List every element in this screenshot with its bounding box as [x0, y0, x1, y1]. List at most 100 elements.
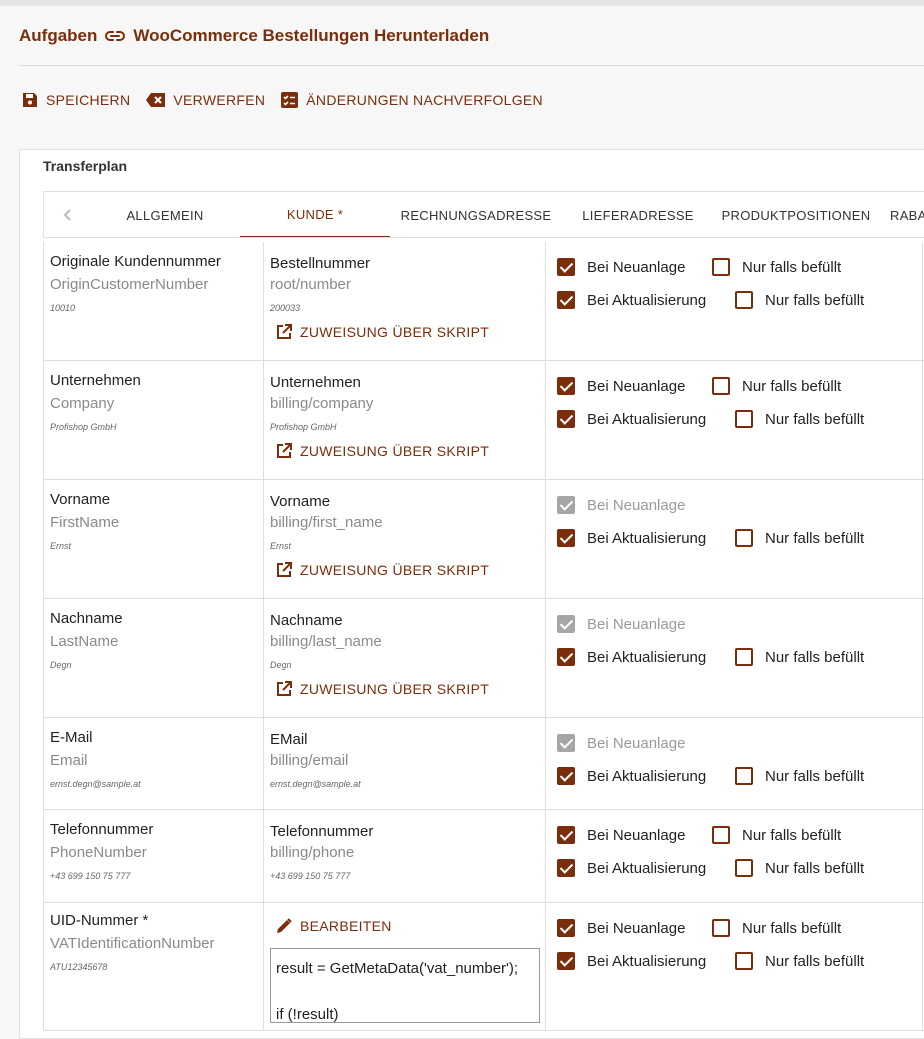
- target-cell: E-Mail Email ernst.degn@sample.at: [43, 718, 264, 809]
- discard-label: VERWERFEN: [173, 92, 266, 108]
- table-row: E-Mail Email ernst.degn@sample.at EMail …: [43, 718, 924, 810]
- save-label: SPEICHERN: [46, 92, 131, 108]
- checkbox-create-only-if-filled[interactable]: [712, 258, 730, 276]
- chevron-left-icon[interactable]: [58, 205, 78, 225]
- checkbox-update-only-if-filled[interactable]: [735, 529, 753, 547]
- options-cell: Bei Neuanlage Nur falls befüllt Bei Aktu…: [546, 361, 923, 479]
- mapping-table: Originale Kundennummer OriginCustomerNum…: [43, 242, 924, 1031]
- checkbox-create-only-if-filled[interactable]: [712, 826, 730, 844]
- on-update-label: Bei Aktualisierung: [587, 649, 707, 666]
- open-in-new-icon: [276, 681, 292, 697]
- target-cell: Originale Kundennummer OriginCustomerNum…: [43, 242, 264, 360]
- target-example: +43 699 150 75 777: [50, 871, 131, 881]
- page-title: WooCommerce Bestellungen Herunterladen: [133, 26, 490, 45]
- checkbox-update-only-if-filled[interactable]: [735, 410, 753, 428]
- table-row: Vorname FirstName Ernst Vorname billing/…: [43, 480, 924, 599]
- save-button[interactable]: SPEICHERN: [22, 92, 130, 108]
- top-strip: [0, 0, 924, 6]
- only-if-filled-label: Nur falls befüllt: [765, 292, 865, 309]
- tab-produktpositionen[interactable]: PRODUKTPOSITIONEN: [718, 192, 874, 237]
- target-label: UID-Nummer *: [50, 912, 149, 929]
- checkbox-on-create[interactable]: [557, 919, 575, 937]
- target-cell: Unternehmen Company Profishop GmbH: [43, 361, 264, 479]
- source-label: EMail: [270, 731, 308, 748]
- header-divider: [19, 65, 924, 66]
- on-create-label: Bei Neuanlage: [587, 378, 686, 395]
- checkbox-on-update[interactable]: [557, 859, 575, 877]
- script-editor[interactable]: result = GetMetaData('vat_number'); if (…: [270, 948, 540, 1023]
- checkbox-on-create[interactable]: [557, 826, 575, 844]
- source-label: Telefonnummer: [270, 823, 374, 840]
- only-if-filled-label: Nur falls befüllt: [742, 827, 842, 844]
- checkbox-on-update[interactable]: [557, 410, 575, 428]
- script-assignment-button[interactable]: ZUWEISUNG ÜBER SKRIPT: [276, 443, 489, 459]
- table-row: UID-Nummer * VATIdentificationNumber ATU…: [43, 903, 924, 1031]
- backspace-icon: [146, 93, 166, 107]
- checkbox-create-only-if-filled[interactable]: [712, 919, 730, 937]
- options-cell: Bei Neuanlage Nur falls befüllt Bei Aktu…: [546, 810, 923, 902]
- checkbox-update-only-if-filled[interactable]: [735, 648, 753, 666]
- checkbox-on-create[interactable]: [557, 377, 575, 395]
- source-label: Unternehmen: [270, 374, 361, 391]
- link-icon: [105, 30, 126, 42]
- edit-button[interactable]: BEARBEITEN: [276, 918, 392, 934]
- options-cell: Bei Neuanlage Nur falls befüllt Bei Aktu…: [546, 903, 923, 1030]
- discard-button[interactable]: VERWERFEN: [146, 92, 265, 108]
- track-changes-button[interactable]: ÄNDERUNGEN NACHVERFOLGEN: [281, 92, 543, 108]
- table-row: Unternehmen Company Profishop GmbH Unter…: [43, 361, 924, 480]
- checkbox-update-only-if-filled[interactable]: [735, 952, 753, 970]
- target-field: OriginCustomerNumber: [50, 276, 209, 293]
- checkbox-on-update[interactable]: [557, 529, 575, 547]
- target-label: Telefonnummer: [50, 821, 154, 838]
- target-label: Nachname: [50, 610, 123, 627]
- track-changes-label: ÄNDERUNGEN NACHVERFOLGEN: [306, 92, 543, 108]
- script-assignment-button[interactable]: ZUWEISUNG ÜBER SKRIPT: [276, 324, 489, 340]
- script-assignment-button[interactable]: ZUWEISUNG ÜBER SKRIPT: [276, 562, 489, 578]
- target-example: Profishop GmbH: [50, 422, 117, 432]
- on-update-label: Bei Aktualisierung: [587, 292, 707, 309]
- source-path: billing/email: [270, 752, 349, 769]
- only-if-filled-label: Nur falls befüllt: [765, 953, 865, 970]
- checkbox-on-create[interactable]: [557, 258, 575, 276]
- tab-allgemein[interactable]: ALLGEMEIN: [102, 192, 228, 237]
- checkbox-on-update[interactable]: [557, 952, 575, 970]
- source-cell: Nachname billing/last_name Degn ZUWEISUN…: [264, 599, 546, 717]
- edit-label: BEARBEITEN: [300, 918, 392, 934]
- checkbox-create-only-if-filled[interactable]: [712, 377, 730, 395]
- on-create-label: Bei Neuanlage: [587, 616, 686, 633]
- tab-rabatte[interactable]: RABA: [890, 192, 924, 237]
- checkbox-update-only-if-filled[interactable]: [735, 859, 753, 877]
- on-create-label: Bei Neuanlage: [587, 827, 686, 844]
- checkbox-on-update[interactable]: [557, 767, 575, 785]
- on-update-label: Bei Aktualisierung: [587, 411, 707, 428]
- checkbox-on-update[interactable]: [557, 648, 575, 666]
- source-cell: BEARBEITEN result = GetMetaData('vat_num…: [264, 903, 546, 1030]
- target-field: VATIdentificationNumber: [50, 935, 215, 952]
- on-create-label: Bei Neuanlage: [587, 259, 686, 276]
- options-cell: Bei Neuanlage Nur falls befüllt Bei Aktu…: [546, 242, 923, 360]
- tab-kunde[interactable]: KUNDE *: [240, 192, 390, 237]
- script-assignment-button[interactable]: ZUWEISUNG ÜBER SKRIPT: [276, 681, 489, 697]
- script-assignment-label: ZUWEISUNG ÜBER SKRIPT: [300, 562, 490, 578]
- only-if-filled-label: Nur falls befüllt: [765, 649, 865, 666]
- target-example: ATU12345678: [50, 962, 108, 972]
- source-label: Nachname: [270, 612, 343, 629]
- breadcrumb-parent[interactable]: Aufgaben: [19, 26, 97, 46]
- script-assignment-label: ZUWEISUNG ÜBER SKRIPT: [300, 681, 490, 697]
- target-example: Degn: [50, 660, 72, 670]
- source-cell: Bestellnummer root/number 200033 ZUWEISU…: [264, 242, 546, 360]
- table-row: Nachname LastName Degn Nachname billing/…: [43, 599, 924, 718]
- tab-lieferadresse[interactable]: LIEFERADRESSE: [574, 192, 702, 237]
- panel-title: Transferplan: [43, 158, 128, 174]
- checkbox-update-only-if-filled[interactable]: [735, 767, 753, 785]
- target-example: ernst.degn@sample.at: [50, 779, 141, 789]
- source-label: Vorname: [270, 493, 331, 510]
- checkbox-update-only-if-filled[interactable]: [735, 291, 753, 309]
- only-if-filled-label: Nur falls befüllt: [765, 530, 865, 547]
- tab-rechnungsadresse[interactable]: RECHNUNGSADRESSE: [394, 192, 558, 237]
- source-cell: Telefonnummer billing/phone +43 699 150 …: [264, 810, 546, 902]
- target-cell: Nachname LastName Degn: [43, 599, 264, 717]
- table-row: Telefonnummer PhoneNumber +43 699 150 75…: [43, 810, 924, 903]
- checkbox-on-update[interactable]: [557, 291, 575, 309]
- source-path: billing/first_name: [270, 514, 383, 531]
